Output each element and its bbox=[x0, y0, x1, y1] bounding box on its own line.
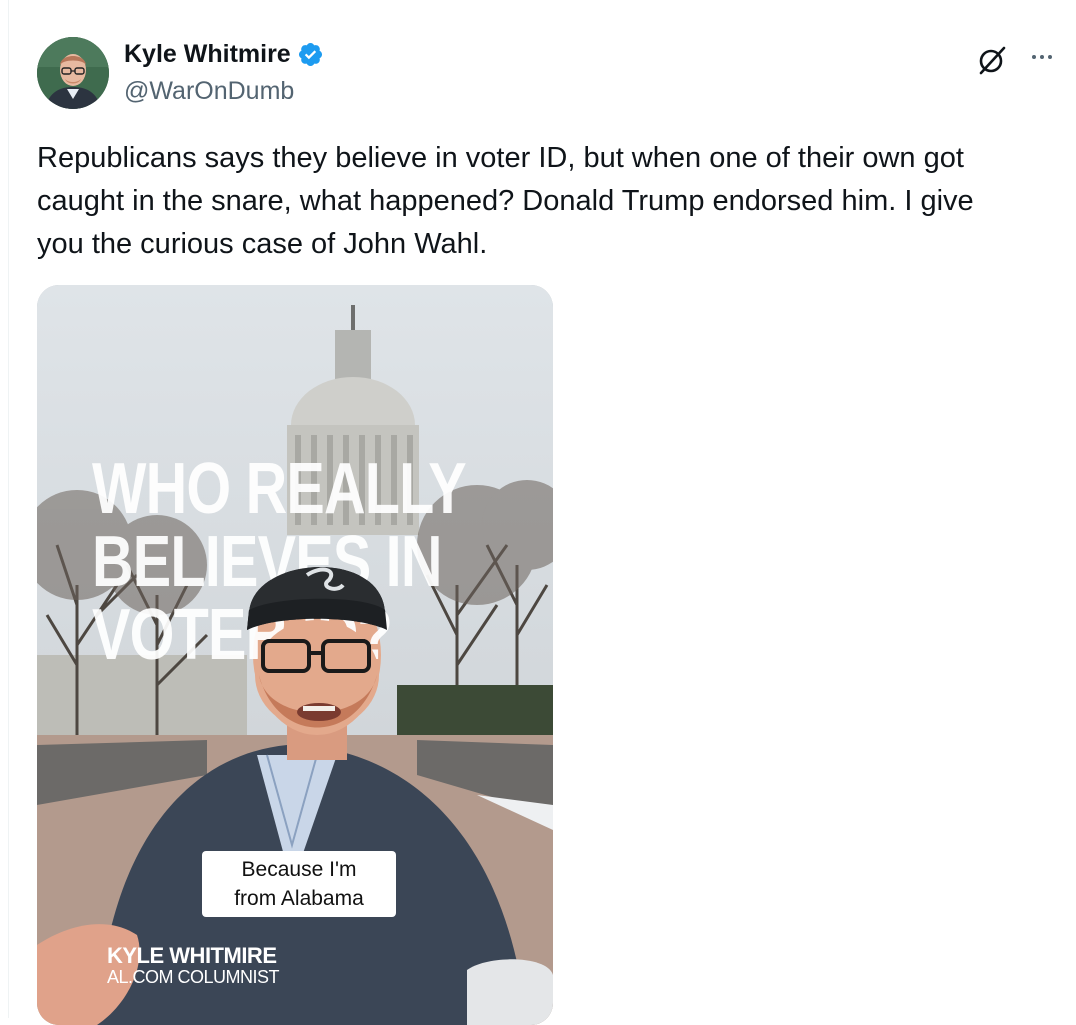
grok-button[interactable] bbox=[972, 40, 1012, 80]
timeline-border bbox=[8, 0, 9, 1018]
more-options-button[interactable] bbox=[1022, 40, 1062, 74]
tweet-video[interactable]: WHO REALLY BELIEVES IN VOTER ID? Because… bbox=[37, 285, 553, 1025]
more-icon-dot bbox=[1048, 55, 1052, 59]
verified-badge-icon bbox=[298, 42, 322, 67]
display-name[interactable]: Kyle Whitmire bbox=[124, 40, 291, 69]
tweet-text-line: caught in the snare, what happened? Dona… bbox=[37, 185, 974, 217]
author-name-row: Kyle Whitmire bbox=[124, 40, 324, 69]
lower-third-name: KYLE WHITMIRE bbox=[107, 943, 277, 968]
avatar[interactable] bbox=[37, 37, 109, 109]
more-icon-dot bbox=[1032, 55, 1036, 59]
video-caption: Because I'm from Alabama bbox=[202, 851, 396, 917]
lower-third-role: AL.COM COLUMNIST bbox=[107, 967, 280, 987]
tweet-text: Republicans says they believe in voter I… bbox=[37, 137, 1067, 266]
grok-icon bbox=[979, 46, 1006, 75]
caption-line: from Alabama bbox=[234, 887, 364, 910]
caption-line: Because I'm bbox=[241, 858, 357, 881]
more-icon-dot bbox=[1040, 55, 1044, 59]
tweet-text-line: you the curious case of John Wahl. bbox=[37, 228, 488, 260]
tweet-text-line: Republicans says they believe in voter I… bbox=[37, 142, 964, 174]
author-handle[interactable]: @WarOnDumb bbox=[124, 77, 294, 106]
